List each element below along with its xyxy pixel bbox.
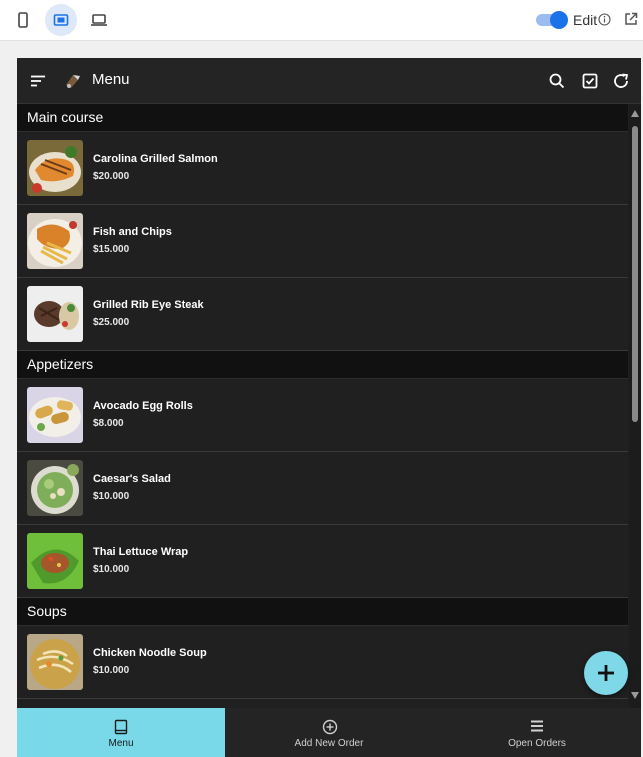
item-name: Caesar's Salad [93,473,171,485]
menu-item[interactable]: Fish and Chips $15.000 [17,205,628,278]
search-button[interactable] [546,70,568,92]
menu-item[interactable]: Grilled Rib Eye Steak $25.000 [17,278,628,351]
editor-toolbar: Edit [0,0,643,41]
menu-item[interactable]: Carolina Grilled Salmon $20.000 [17,132,628,205]
tab-open-orders[interactable]: Open Orders [433,708,641,757]
scroll-up-arrow-icon[interactable] [631,110,639,117]
search-icon [549,73,565,89]
food-thumbnail [27,533,83,589]
item-price: $20.000 [93,171,130,182]
item-price: $10.000 [93,491,130,502]
add-button[interactable] [584,651,628,695]
sort-menu-button[interactable] [27,70,49,92]
desktop-view-button[interactable] [83,4,115,36]
item-name: Fish and Chips [93,226,172,238]
phone-icon [18,12,28,28]
app-title: Menu [92,71,130,88]
tab-label: Add New Order [294,738,364,749]
scrollbar-thumb[interactable] [632,126,638,422]
food-thumbnail [27,213,83,269]
scroll-down-arrow-icon[interactable] [631,692,639,699]
menu-item[interactable]: Caesar's Salad $10.000 [17,452,628,525]
food-thumbnail [27,286,83,342]
app-preview: Menu Main course Carolina Grilled Salmon… [17,58,641,757]
menu-item[interactable]: Thai Lettuce Wrap $10.000 [17,525,628,598]
laptop-icon [91,14,107,26]
list-icon [531,720,543,732]
edit-label: Edit [573,12,598,28]
menu-list: Main course Carolina Grilled Salmon $20.… [17,104,628,708]
section-header: Appetizers [17,351,628,379]
item-price: $10.000 [93,665,130,676]
tab-label: Menu [108,738,134,749]
item-price: $15.000 [93,244,130,255]
select-button[interactable] [579,70,601,92]
app-header: Menu [17,58,641,104]
food-thumbnail [27,460,83,516]
food-thumbnail [27,140,83,196]
item-name: Avocado Egg Rolls [93,400,193,412]
tab-add-new-order[interactable]: Add New Order [225,708,433,757]
item-price: $25.000 [93,317,130,328]
restaurant-logo-icon [66,75,80,88]
sort-icon [31,75,45,87]
tab-label: Open Orders [508,738,566,749]
toggle-knob [550,11,568,29]
item-price: $8.000 [93,418,124,429]
food-thumbnail [27,634,83,690]
item-name: Carolina Grilled Salmon [93,153,218,165]
open-external-icon[interactable] [624,12,638,26]
section-header: Soups [17,598,628,626]
tablet-icon [53,14,69,26]
menu-item[interactable]: Chicken Noodle Soup $10.000 [17,626,628,699]
item-price: $10.000 [93,564,130,575]
tab-menu[interactable]: Menu [17,708,225,757]
section-header: Main course [17,104,628,132]
scrollbar[interactable] [629,104,641,708]
checkbox-icon [582,73,598,89]
item-name: Chicken Noodle Soup [93,647,207,659]
add-circle-icon [322,719,338,735]
food-thumbnail [27,387,83,443]
menu-item[interactable]: Avocado Egg Rolls $8.000 [17,379,628,452]
bottom-nav: Menu Add New Order Open Orders [17,708,641,757]
refresh-button[interactable] [610,70,632,92]
tablet-view-button[interactable] [45,4,77,36]
book-icon [114,719,128,735]
item-name: Thai Lettuce Wrap [93,546,189,558]
phone-view-button[interactable] [7,4,39,36]
app-logo [62,70,84,92]
info-icon[interactable] [598,13,611,26]
refresh-icon [614,73,629,88]
plus-icon [598,665,614,681]
item-name: Grilled Rib Eye Steak [93,299,204,311]
edit-toggle[interactable] [536,11,568,29]
